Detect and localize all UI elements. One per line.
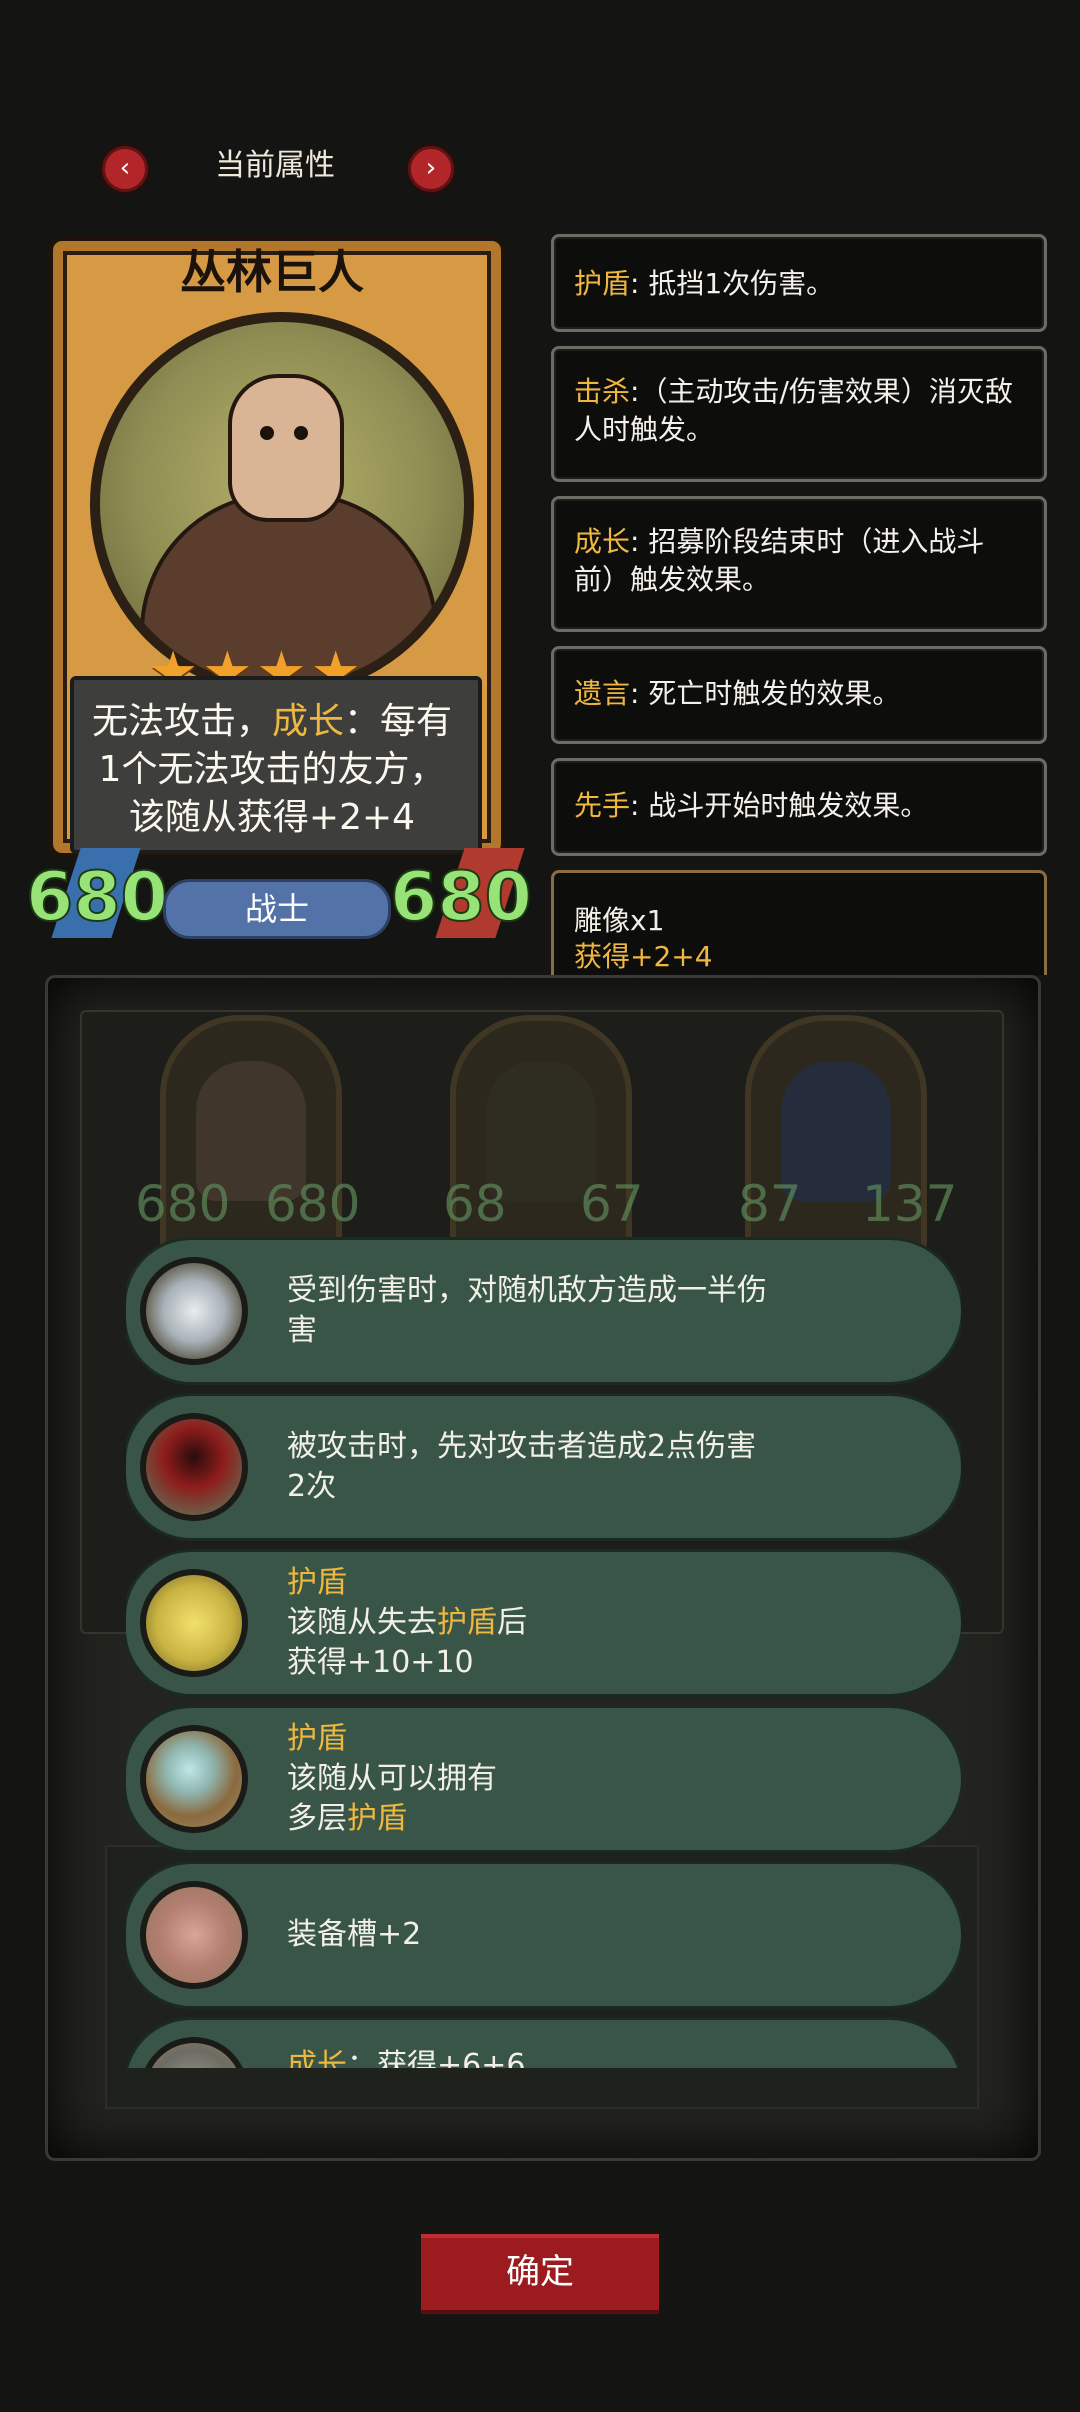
- board-unit-3-attack: 87: [738, 1175, 802, 1233]
- ability-item[interactable]: 成长：获得+6+6: [126, 2020, 961, 2068]
- knight-icon: [140, 2037, 248, 2068]
- tooltip-growth: 成长: 招募阶段结束时（进入战斗前）触发效果。: [551, 496, 1047, 632]
- tooltip-shield: 护盾: 抵挡1次伤害。: [551, 234, 1047, 332]
- chevron-right-icon: ›: [425, 153, 437, 183]
- magic-mirror-icon: [140, 1725, 248, 1833]
- chevron-left-icon: ‹: [119, 153, 131, 183]
- board-unit-1-health: 680: [265, 1175, 361, 1233]
- giant-head-art: [228, 374, 344, 522]
- ability-item[interactable]: 护盾 该随从可以拥有 多层护盾: [126, 1708, 961, 1850]
- unit-health: 680: [389, 857, 533, 938]
- board-unit-1-attack: 680: [135, 1175, 231, 1233]
- mirror-icon: [140, 1257, 248, 1365]
- moon-icon: [140, 1569, 248, 1677]
- board-unit-2-health: 67: [580, 1175, 644, 1233]
- pig-icon: [140, 1881, 248, 1989]
- page-title: 当前属性: [215, 148, 335, 183]
- unit-attack: 680: [25, 857, 169, 938]
- next-button[interactable]: ›: [408, 146, 454, 192]
- confirm-button[interactable]: 确定: [421, 2234, 659, 2314]
- ability-item[interactable]: 受到伤害时，对随机敌方造成一半伤 害: [126, 1240, 961, 1382]
- ability-list[interactable]: 受到伤害时，对随机敌方造成一半伤 害 被攻击时，先对攻击者造成2点伤害 2次 护…: [126, 1236, 961, 2068]
- tooltip-kill: 击杀:（主动攻击/伤害效果）消灭敌人时触发。: [551, 346, 1047, 482]
- board-unit-2-attack: 68: [443, 1175, 507, 1233]
- prev-button[interactable]: ‹: [102, 146, 148, 192]
- unit-class: 战士: [163, 879, 391, 939]
- board-unit-3-health: 137: [862, 1175, 958, 1233]
- unit-description: 无法攻击，成长：每有 1个无法攻击的友方， 该随从获得+2+4: [91, 701, 453, 838]
- ability-item[interactable]: 装备槽+2: [126, 1864, 961, 2006]
- tooltip-deathrattle: 遗言: 死亡时触发的效果。: [551, 646, 1047, 744]
- unit-portrait: [90, 312, 474, 696]
- ability-item[interactable]: 被攻击时，先对攻击者造成2点伤害 2次: [126, 1396, 961, 1538]
- ability-item[interactable]: 护盾 该随从失去护盾后 获得+10+10: [126, 1552, 961, 1694]
- tooltip-first-strike: 先手: 战斗开始时触发效果。: [551, 758, 1047, 856]
- red-cloak-icon: [140, 1413, 248, 1521]
- equipment-tooltip: 雕像x1 获得+2+4: [551, 870, 1047, 975]
- unit-name: 丛林巨人: [180, 245, 364, 299]
